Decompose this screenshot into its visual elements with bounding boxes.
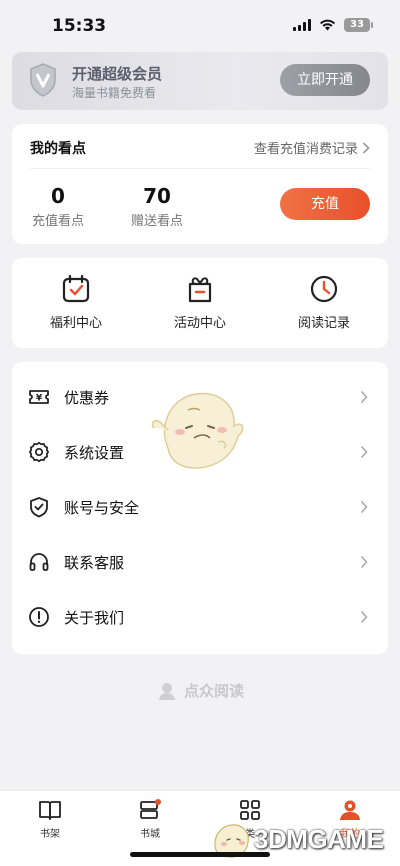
info-icon <box>29 607 49 627</box>
vip-title: 开通超级会员 <box>72 65 163 83</box>
records-link[interactable]: 查看充值消费记录 <box>254 138 370 157</box>
points-title: 我的看点 <box>30 141 86 157</box>
gifted-points: 70 赠送看点 <box>129 184 185 229</box>
quick-action-welfare[interactable]: 福利中心 <box>26 274 126 331</box>
tab-label: 书城 <box>140 829 160 840</box>
status-bar: 15:33 33 <box>0 0 400 52</box>
recharged-points-label: 充值看点 <box>31 214 84 229</box>
mascot-illustration <box>151 392 244 469</box>
menu-item-label: 关于我们 <box>64 609 125 627</box>
clock-icon <box>310 275 338 303</box>
open-vip-button[interactable]: 立即开通 <box>280 64 370 96</box>
menu-item-label: 账号与安全 <box>64 499 140 517</box>
tab-bookshelf[interactable]: 书架 <box>20 799 80 840</box>
brand-name: 点众阅读 <box>183 682 244 700</box>
gear-icon <box>28 441 50 463</box>
vip-banner[interactable]: 开通超级会员 海量书籍免费看 立即开通 <box>12 52 388 110</box>
menu-item-label: 优惠券 <box>64 389 110 407</box>
gifted-points-value: 70 <box>143 184 171 208</box>
calendar-check-icon <box>62 274 90 303</box>
tab-label: 书架 <box>40 829 60 840</box>
quick-action-label: 活动中心 <box>173 316 226 331</box>
recharged-points-value: 0 <box>51 184 65 208</box>
quick-action-events[interactable]: 活动中心 <box>150 274 250 331</box>
chevron-right-icon <box>362 141 370 154</box>
status-time: 15:33 <box>52 16 107 36</box>
cellular-signal-icon <box>293 19 311 31</box>
gifted-points-label: 赠送看点 <box>130 214 183 229</box>
svg-text:¥: ¥ <box>36 394 43 404</box>
quick-action-reading-history[interactable]: 阅读记录 <box>274 274 374 331</box>
book-icon <box>39 801 61 820</box>
menu-item-label: 系统设置 <box>64 444 125 462</box>
brand-footer: 点众阅读 <box>0 680 400 705</box>
menu-item-customer-service[interactable]: 联系客服 <box>12 535 388 590</box>
chevron-right-icon <box>360 390 368 404</box>
chevron-right-icon <box>360 610 368 624</box>
quick-action-label: 福利中心 <box>49 316 102 331</box>
points-card: 我的看点 查看充值消费记录 0 充值看点 70 赠送看点 充值 <box>12 124 388 244</box>
chevron-right-icon <box>360 445 368 459</box>
gift-box-icon <box>188 277 212 303</box>
wifi-icon <box>320 19 335 31</box>
menu-item-account-security[interactable]: 账号与安全 <box>12 480 388 535</box>
brand-logo-icon <box>158 682 175 700</box>
tab-bookstore[interactable]: 书城 <box>120 799 180 840</box>
quick-action-label: 阅读记录 <box>297 316 350 331</box>
menu-item-label: 联系客服 <box>64 554 125 572</box>
recharge-button[interactable]: 充值 <box>280 188 370 220</box>
home-indicator <box>130 852 270 857</box>
menu-item-about[interactable]: 关于我们 <box>12 590 388 645</box>
chevron-right-icon <box>360 500 368 514</box>
records-link-label: 查看充值消费记录 <box>253 142 358 157</box>
shield-check-icon <box>30 497 48 518</box>
store-icon <box>140 799 161 819</box>
divider <box>30 168 370 169</box>
status-icons: 33 <box>293 18 373 32</box>
headphones-icon <box>29 553 49 571</box>
quick-actions-card: 福利中心 活动中心 阅读记录 <box>12 258 388 348</box>
watermark-text: 3DMGAME <box>254 824 384 854</box>
vip-shield-icon <box>30 63 56 97</box>
chevron-right-icon <box>360 555 368 569</box>
recharged-points: 0 充值看点 <box>30 184 86 229</box>
vip-subtitle: 海量书籍免费看 <box>72 86 157 100</box>
battery-icon: 33 <box>344 18 373 32</box>
coupon-icon: ¥ <box>29 390 49 404</box>
